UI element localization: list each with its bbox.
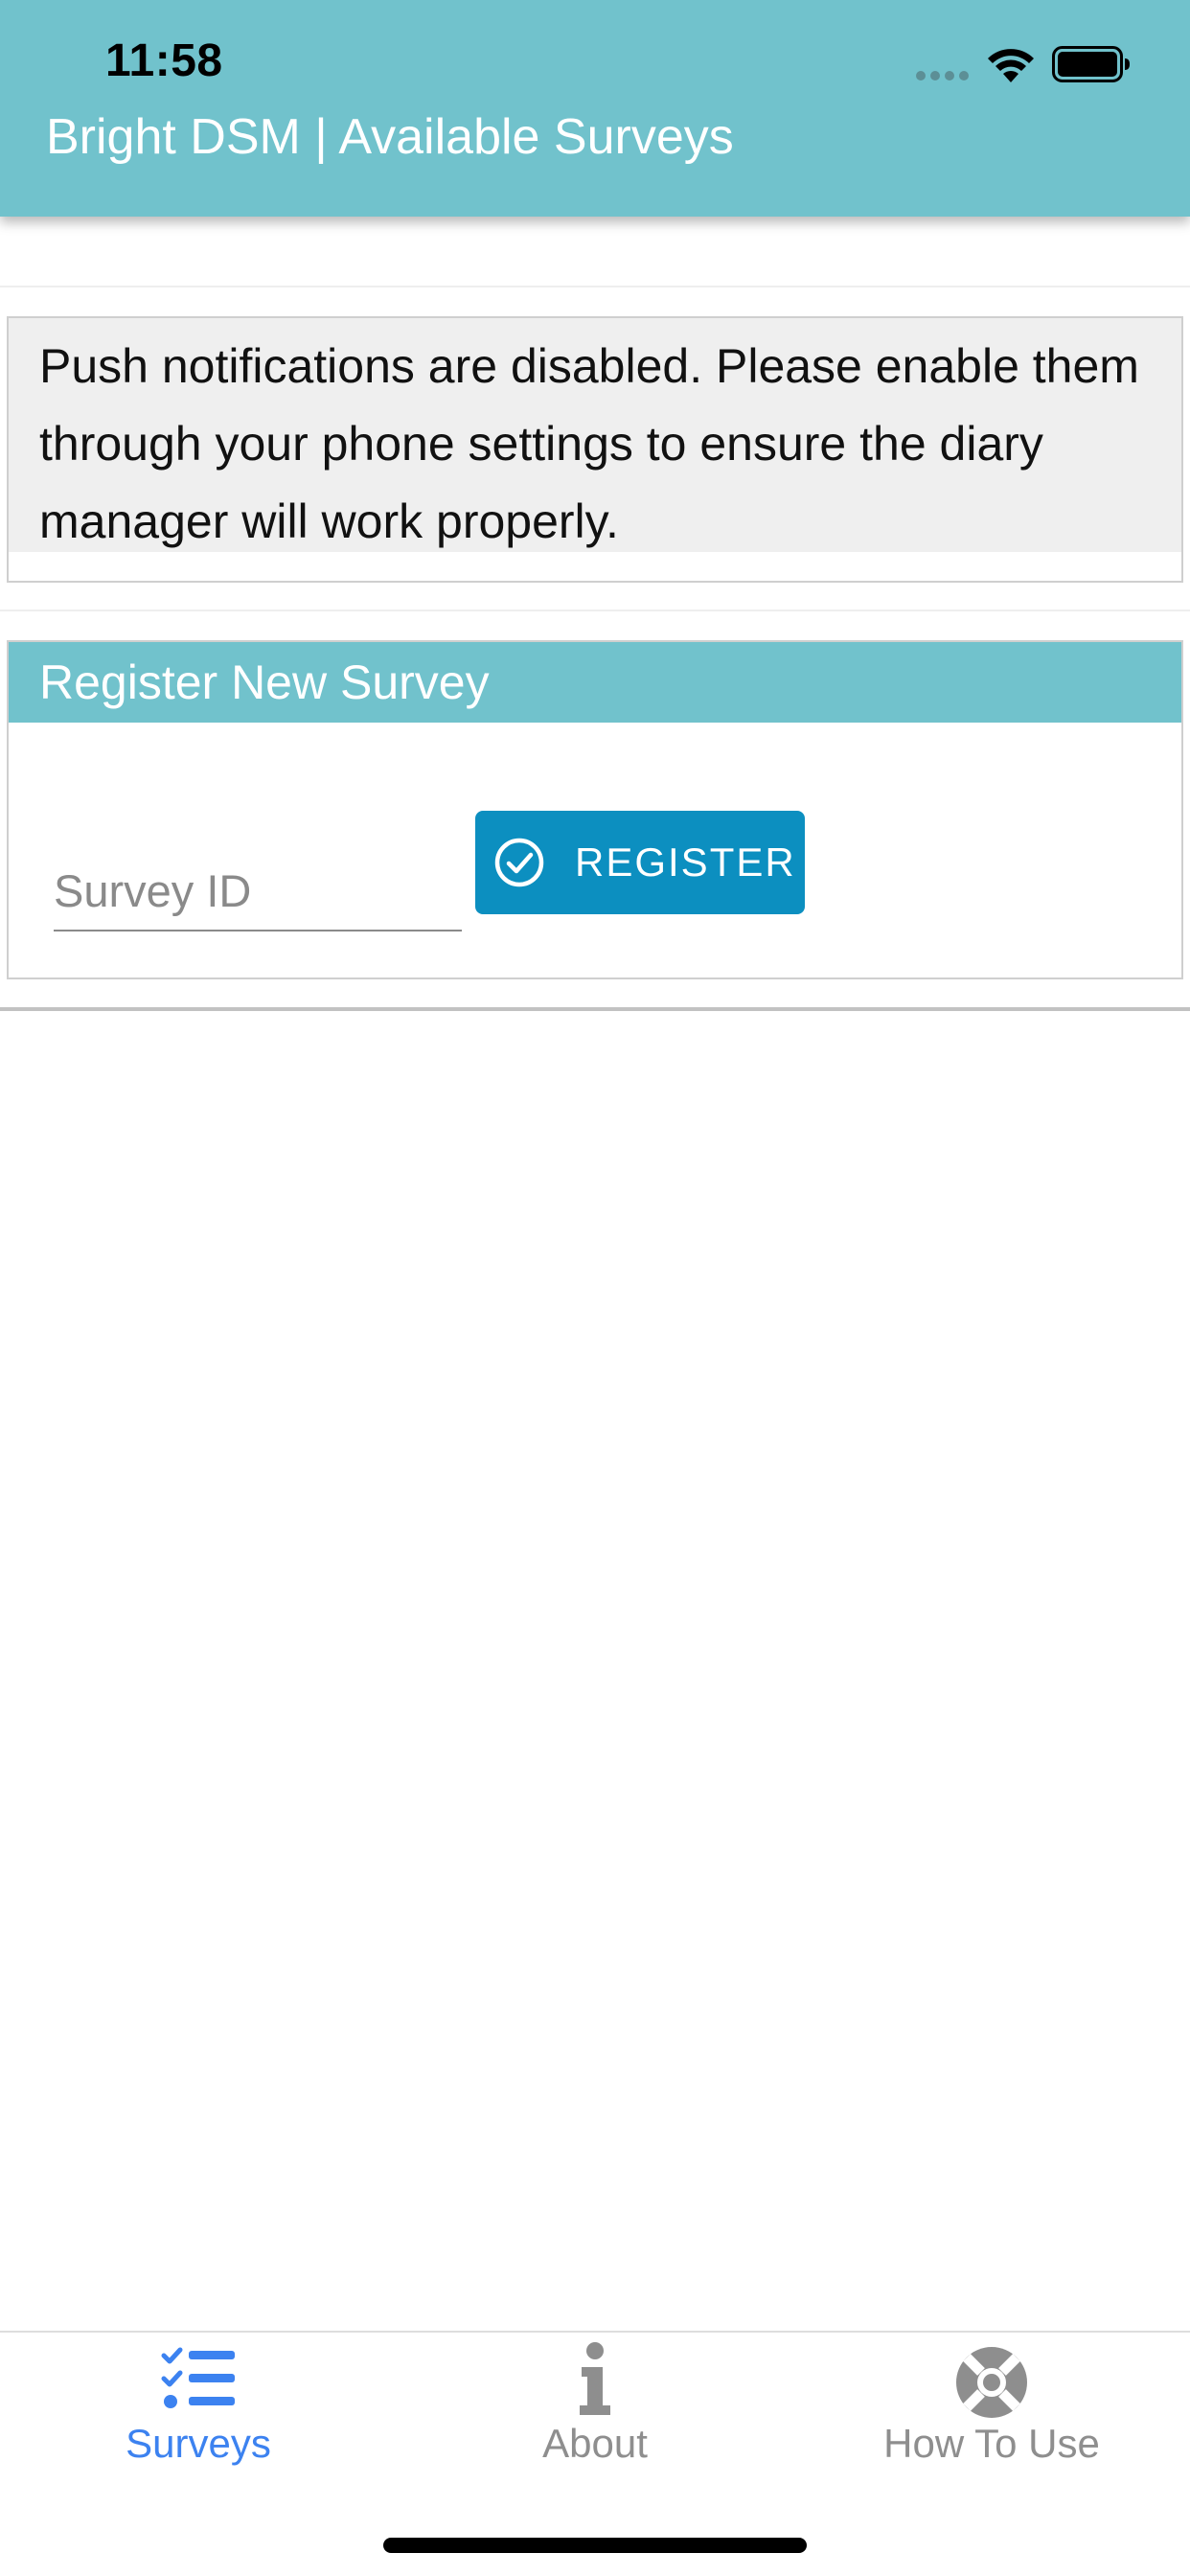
check-circle-icon bbox=[494, 838, 544, 887]
tab-surveys[interactable]: Surveys bbox=[0, 2333, 397, 2505]
screen: 11:58 Bright DSM | Available Surveys Pus… bbox=[0, 0, 1190, 2576]
divider bbox=[0, 610, 1190, 611]
home-indicator bbox=[383, 2538, 807, 2553]
notice-text: Push notifications are disabled. Please … bbox=[9, 318, 1181, 552]
content-divider bbox=[0, 1007, 1190, 1011]
page-title: Bright DSM | Available Surveys bbox=[46, 109, 734, 165]
divider bbox=[0, 286, 1190, 288]
survey-id-input[interactable] bbox=[54, 855, 462, 932]
tab-label: About bbox=[542, 2421, 648, 2466]
status-time: 11:58 bbox=[105, 35, 223, 86]
app-header: 11:58 Bright DSM | Available Surveys bbox=[0, 0, 1190, 217]
register-button-label: REGISTER bbox=[575, 840, 796, 885]
battery-icon bbox=[1052, 46, 1130, 82]
tab-about[interactable]: About bbox=[397, 2333, 793, 2505]
tab-label: How To Use bbox=[883, 2421, 1100, 2466]
tab-label: Surveys bbox=[126, 2421, 271, 2466]
cellular-signal-icon bbox=[916, 71, 969, 80]
tab-how-to-use[interactable]: How To Use bbox=[793, 2333, 1190, 2505]
register-survey-card: Register New Survey REGISTER bbox=[7, 640, 1183, 979]
push-notification-notice: Push notifications are disabled. Please … bbox=[7, 316, 1183, 583]
wifi-icon bbox=[988, 49, 1034, 82]
register-button[interactable]: REGISTER bbox=[475, 811, 805, 914]
register-card-title: Register New Survey bbox=[9, 642, 1181, 723]
